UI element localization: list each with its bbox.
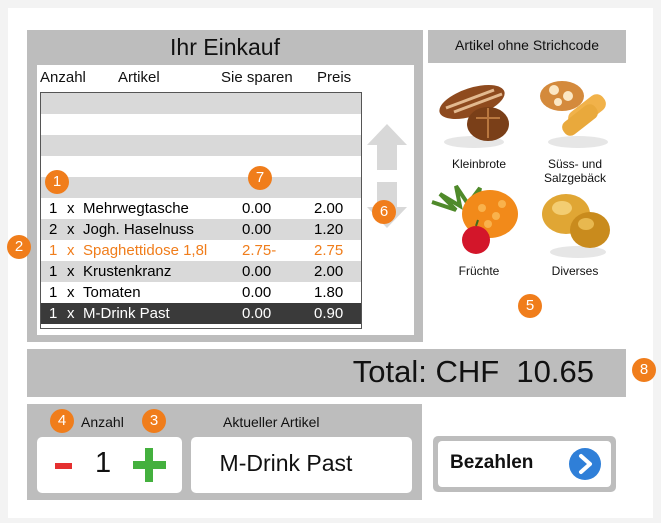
category-fruit[interactable]: Früchte	[426, 180, 526, 285]
row-price: 1.20	[314, 221, 344, 238]
row-x: x	[67, 263, 75, 280]
row-x: x	[67, 305, 75, 322]
category-label: Diverses	[551, 264, 599, 278]
annotation-marker: 6	[372, 200, 396, 224]
fruit-icon	[431, 184, 518, 254]
row-qty: 1	[49, 200, 58, 217]
annotation-marker: 8	[632, 358, 656, 382]
category-label: Kleinbrote	[451, 157, 507, 171]
row-x: x	[67, 221, 75, 238]
row-savings: 0.00	[242, 200, 272, 217]
row-name: Spaghettidose 1,8l	[83, 242, 208, 259]
category-misc[interactable]: Diverses	[532, 184, 618, 284]
row-name: M-Drink Past	[83, 305, 170, 322]
row-qty: 1	[49, 284, 58, 301]
no-barcode-title: Artikel ohne Strichcode	[455, 37, 599, 53]
row-x: x	[67, 284, 75, 301]
pastry-icon	[540, 81, 608, 148]
row-qty: 1	[49, 263, 58, 280]
cart-row-discounted[interactable]: 1 x Spaghettidose 1,8l 2.75- 2.75	[41, 240, 361, 261]
row-savings: 0.00	[242, 263, 272, 280]
plus-icon-vertical[interactable]	[145, 448, 153, 482]
cart-row[interactable]: 1 x Mehrwegtasche 0.00 2.00	[41, 198, 361, 219]
pay-button-label: Bezahlen	[450, 452, 534, 473]
annotation-marker: 4	[50, 409, 74, 433]
chevron-right-icon	[569, 448, 601, 480]
category-bread-rolls[interactable]: Kleinbrote	[436, 72, 522, 182]
quantity-panel: Anzahl Aktueller Artikel 1 M-Drink Past	[27, 404, 422, 500]
row-name: Krustenkranz	[83, 263, 172, 280]
category-pastry[interactable]: Süss- und Salzgebäck	[532, 72, 618, 192]
cart-list-container: Anzahl Artikel Sie sparen Preis 1 x Mehr…	[37, 65, 414, 335]
row-price: 1.80	[314, 284, 344, 301]
bread-rolls-icon	[439, 85, 509, 148]
empty-row	[41, 177, 361, 198]
row-savings: 2.75-	[242, 242, 277, 259]
annotation-marker: 2	[7, 235, 31, 259]
annotation-marker: 3	[142, 409, 166, 433]
current-item-value: M-Drink Past	[219, 450, 353, 476]
category-label-line2: Salzgebäck	[543, 171, 607, 185]
column-header-savings: Sie sparen	[221, 69, 293, 86]
cart-panel: Ihr Einkauf Anzahl Artikel Sie sparen Pr…	[27, 30, 423, 342]
cart-row-selected[interactable]: 1 x M-Drink Past 0.00 0.90	[41, 303, 361, 324]
empty-row	[41, 156, 361, 177]
category-label: Früchte	[458, 264, 500, 278]
empty-row	[41, 93, 361, 114]
current-item-label: Aktueller Artikel	[223, 414, 320, 430]
pay-button[interactable]: Bezahlen	[433, 436, 616, 492]
column-header-qty: Anzahl	[40, 69, 86, 86]
column-header-price: Preis	[317, 69, 352, 86]
column-header-item: Artikel	[118, 69, 160, 86]
row-savings: 0.00	[242, 284, 272, 301]
row-qty: 1	[49, 305, 58, 322]
total-bar: Total: CHF 10.65	[27, 349, 626, 397]
misc-icon	[542, 194, 610, 258]
row-price: 0.90	[314, 305, 344, 322]
minus-icon[interactable]	[55, 463, 72, 469]
row-x: x	[67, 200, 75, 217]
category-label: Süss- und	[547, 157, 603, 171]
current-item-display: M-Drink Past	[191, 437, 412, 493]
cart-row[interactable]: 1 x Krustenkranz 0.00 2.00	[41, 261, 361, 282]
row-savings: 0.00	[242, 305, 272, 322]
row-qty: 2	[49, 221, 58, 238]
annotation-marker: 5	[518, 294, 542, 318]
pay-button-face[interactable]: Bezahlen	[438, 441, 611, 487]
annotation-marker: 1	[45, 170, 69, 194]
row-qty: 1	[49, 242, 58, 259]
cart-item-list[interactable]: 1 x Mehrwegtasche 0.00 2.00 2 x Jogh. Ha…	[40, 92, 362, 329]
row-name: Mehrwegtasche	[83, 200, 189, 217]
total-amount: Total: CHF 10.65	[352, 354, 594, 389]
annotation-marker: 7	[248, 166, 272, 190]
row-x: x	[67, 242, 75, 259]
arrow-up-icon[interactable]	[364, 121, 410, 173]
cart-title: Ihr Einkauf	[170, 34, 280, 60]
empty-row	[41, 135, 361, 156]
cart-row[interactable]: 1 x Tomaten 0.00 1.80	[41, 282, 361, 303]
row-savings: 0.00	[242, 221, 272, 238]
empty-row	[41, 114, 361, 135]
row-name: Jogh. Haselnuss	[83, 221, 194, 238]
row-price: 2.00	[314, 200, 344, 217]
quantity-value: 1	[95, 447, 112, 479]
quantity-label: Anzahl	[81, 414, 124, 430]
row-name: Tomaten	[83, 284, 141, 301]
cart-row[interactable]: 2 x Jogh. Haselnuss 0.00 1.20	[41, 219, 361, 240]
row-price: 2.75	[314, 242, 344, 259]
quantity-stepper: 1	[37, 437, 182, 493]
row-price: 2.00	[314, 263, 344, 280]
no-barcode-header: Artikel ohne Strichcode	[428, 30, 626, 63]
